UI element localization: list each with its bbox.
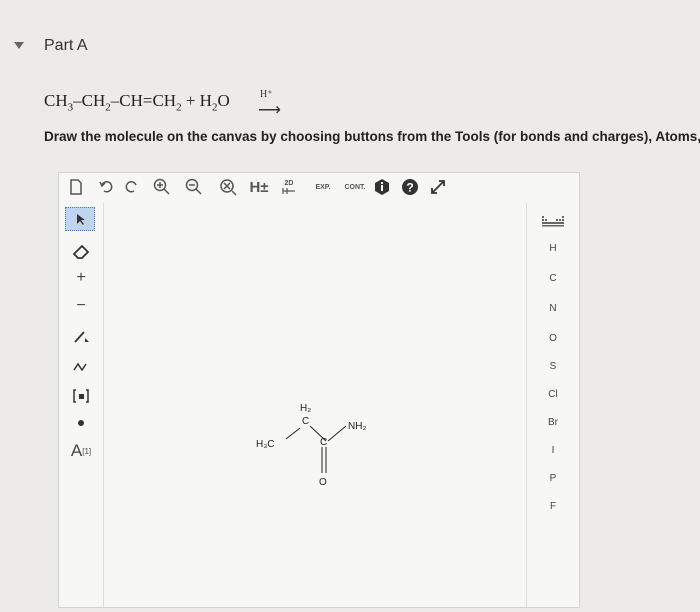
clean-2d-label: 2D (284, 179, 294, 187)
part-title: Part A (44, 37, 88, 54)
single-bond-icon[interactable] (59, 325, 103, 347)
atom-button-n[interactable]: N (527, 303, 579, 314)
atom-map-label: A (70, 441, 83, 460)
water-fragment: O (217, 91, 230, 110)
atom-button-cl[interactable]: Cl (527, 389, 579, 400)
atom-button-p[interactable]: P (527, 473, 579, 484)
molecule-editor: H± 2D EXP. CONT. ? + − A [1] H₃C H₂ C C … (58, 172, 580, 608)
radical-dot-icon[interactable] (59, 415, 103, 431)
atom-button-c[interactable]: C (527, 273, 579, 284)
instructions-text: Draw the molecule on the canvas by choos… (44, 129, 700, 144)
atom-button-s[interactable]: S (527, 361, 579, 372)
catalyst-label: H⁺ (260, 89, 273, 100)
reactant-fragment: –CH (73, 91, 106, 110)
collapse-caret-icon[interactable] (14, 42, 24, 49)
contract-button[interactable]: CONT. (339, 177, 371, 197)
h2-label: H₂ (300, 403, 311, 414)
atom-button-h[interactable]: H (527, 243, 579, 254)
periodic-table-icon[interactable] (527, 215, 579, 229)
atom-button-br[interactable]: Br (527, 417, 579, 428)
atom-map-button[interactable]: A [1] (59, 439, 103, 463)
zoom-out-icon[interactable] (183, 177, 205, 197)
template-bracket-icon[interactable] (59, 385, 103, 407)
redo-icon[interactable] (123, 177, 141, 197)
atoms-sidebar: H C N O S Cl Br I P F (526, 203, 579, 607)
part-header[interactable]: Part A (0, 0, 700, 80)
bond-c-nh2 (327, 425, 347, 442)
reaction-arrow: ⟶ (258, 102, 281, 119)
atom-button-f[interactable]: F (527, 501, 579, 512)
atom-button-i[interactable]: I (527, 445, 579, 456)
methylene-carbon-label: C (302, 416, 309, 427)
carbonyl-carbon-label: C (320, 437, 327, 448)
atom-map-superscript: [1] (82, 446, 92, 456)
help-icon[interactable]: ? (399, 177, 421, 197)
molecule-structure: H₃C H₂ C C NH₂ O (256, 403, 366, 488)
chain-tool-icon[interactable] (59, 355, 103, 377)
oxygen-label: O (319, 477, 327, 488)
svg-text:?: ? (406, 181, 413, 195)
clean-2d-button[interactable]: 2D (277, 177, 301, 197)
water-fragment: + H (181, 91, 212, 110)
editor-toolbar: H± 2D EXP. CONT. ? (59, 173, 579, 201)
amine-label: NH₂ (348, 421, 366, 432)
reaction-equation: CH3–CH2–CH=CH2 + H2O (44, 91, 230, 113)
reactant-fragment: –CH=CH (110, 91, 177, 110)
tools-sidebar: + − A [1] (59, 203, 104, 607)
clear-canvas-icon[interactable] (217, 177, 239, 197)
bond-ch3-ch2 (285, 427, 301, 440)
atom-button-o[interactable]: O (527, 333, 579, 344)
info-icon[interactable] (371, 177, 393, 197)
select-tool-icon[interactable] (65, 207, 95, 231)
negative-charge-button[interactable]: − (59, 295, 103, 317)
undo-icon[interactable] (97, 177, 117, 197)
contract-label: CONT. (344, 183, 366, 191)
eraser-icon[interactable] (59, 239, 103, 263)
methyl-label: H₃C (256, 439, 275, 450)
positive-charge-button[interactable]: + (59, 267, 103, 289)
expand-label: EXP. (315, 183, 331, 191)
new-document-icon[interactable] (67, 177, 85, 197)
expand-button[interactable]: EXP. (309, 177, 337, 197)
fullscreen-icon[interactable] (427, 177, 449, 197)
drawing-canvas[interactable]: H₃C H₂ C C NH₂ O (104, 203, 524, 607)
zoom-in-icon[interactable] (151, 177, 173, 197)
reactant-fragment: CH (44, 91, 68, 110)
explicit-hydrogens-button[interactable]: H± (247, 177, 271, 197)
